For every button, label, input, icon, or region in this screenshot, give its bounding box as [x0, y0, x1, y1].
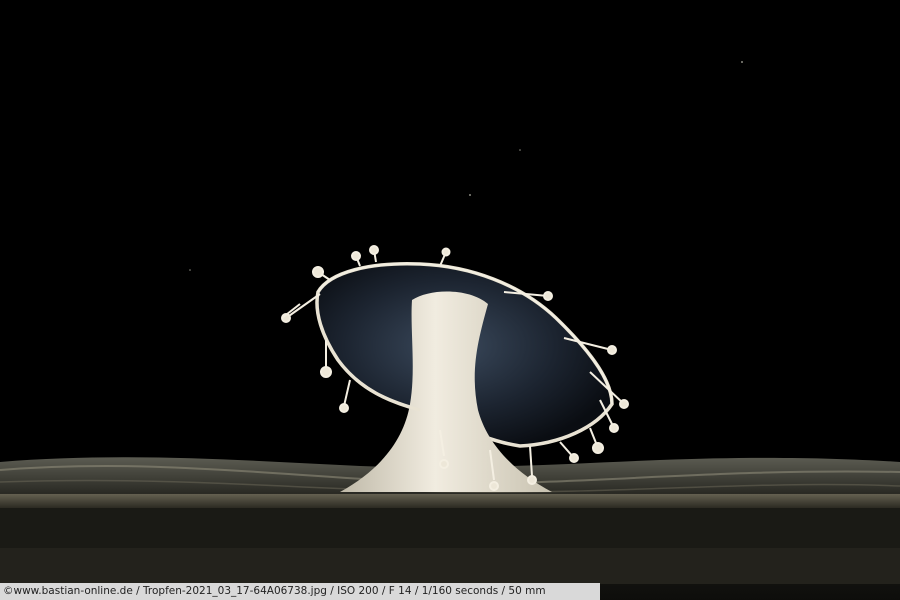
photo-caption: ©www.bastian-online.de / Tropfen-2021_03… — [0, 583, 600, 600]
photo-frame: ©www.bastian-online.de / Tropfen-2021_03… — [0, 0, 900, 600]
splash-photo — [0, 0, 900, 600]
